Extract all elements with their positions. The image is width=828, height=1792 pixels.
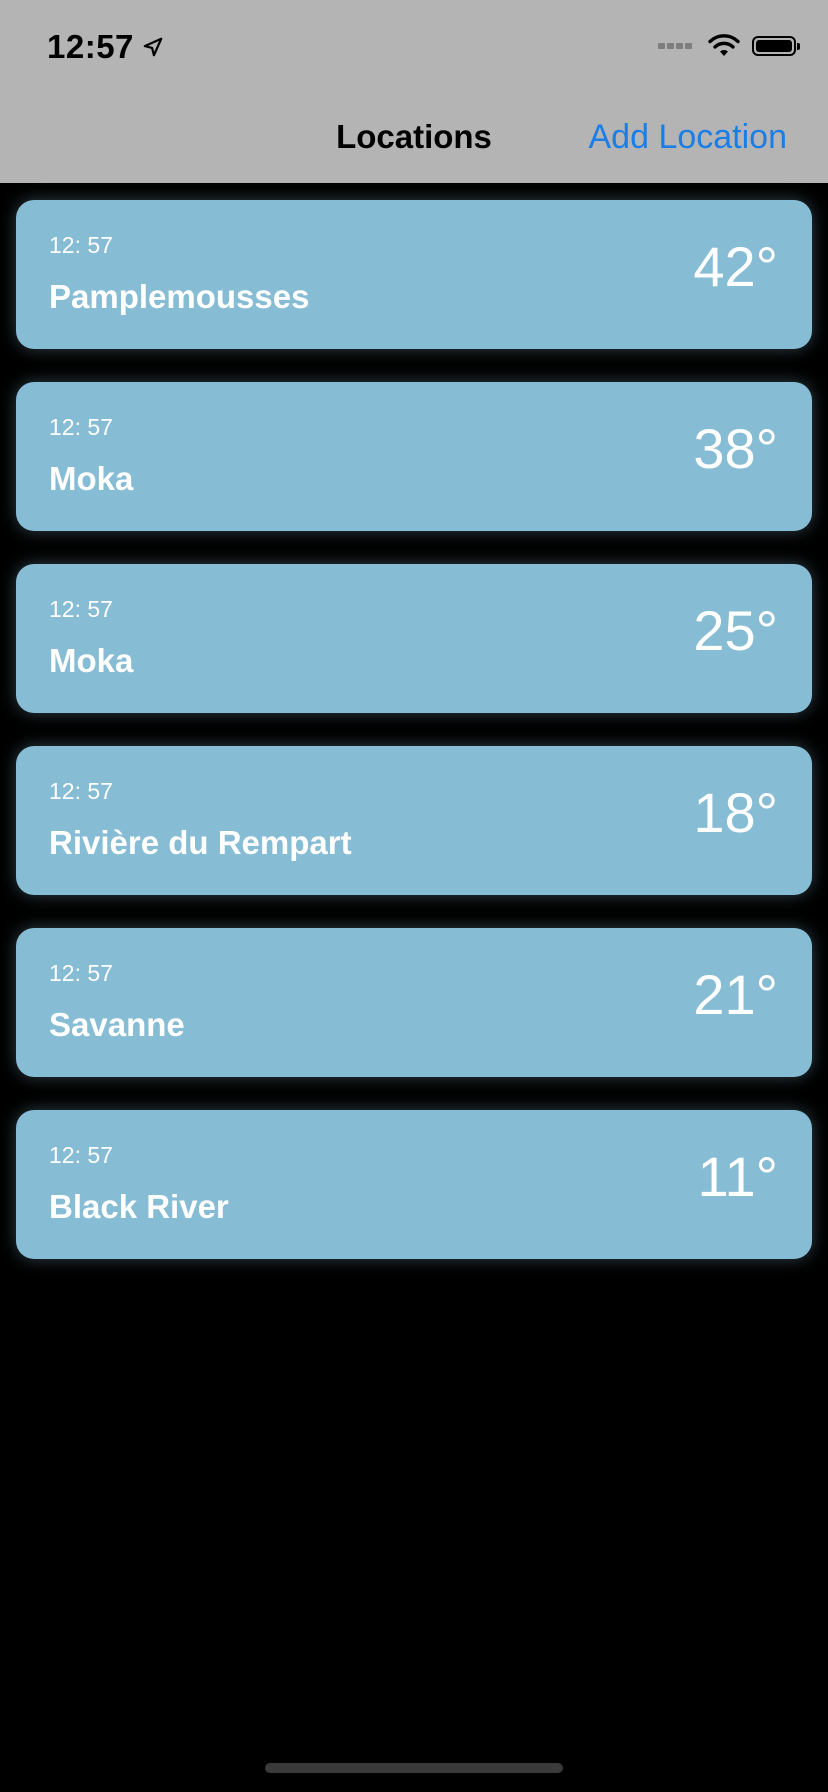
location-name: Moka xyxy=(49,460,134,497)
location-time: 12: 57 xyxy=(49,778,113,804)
locations-screen: 12:57 Locations Add Location 12: 57 Pamp… xyxy=(0,0,828,1792)
home-indicator[interactable] xyxy=(265,1763,563,1773)
navigation-bar: 12:57 Locations Add Location xyxy=(0,0,828,183)
location-card[interactable]: 12: 57 Rivière du Rempart 18° xyxy=(16,746,812,895)
location-time: 12: 57 xyxy=(49,414,113,440)
add-location-button[interactable]: Add Location xyxy=(589,118,788,157)
location-card[interactable]: 12: 57 Moka 38° xyxy=(16,382,812,531)
location-time: 12: 57 xyxy=(49,1142,113,1168)
status-bar-time: 12:57 xyxy=(47,28,164,66)
location-name: Black River xyxy=(49,1188,229,1225)
location-time: 12: 57 xyxy=(49,596,113,622)
location-temperature: 25° xyxy=(693,599,778,662)
location-name: Rivière du Rempart xyxy=(49,824,352,861)
location-temperature: 11° xyxy=(697,1145,778,1208)
location-temperature: 42° xyxy=(693,235,778,298)
location-card[interactable]: 12: 57 Savanne 21° xyxy=(16,928,812,1077)
battery-icon xyxy=(752,36,800,56)
cellular-signal-icon xyxy=(658,43,694,49)
location-temperature: 21° xyxy=(693,963,778,1026)
wifi-icon xyxy=(708,34,740,56)
location-card[interactable]: 12: 57 Black River 11° xyxy=(16,1110,812,1259)
location-card[interactable]: 12: 57 Moka 25° xyxy=(16,564,812,713)
location-name: Savanne xyxy=(49,1006,185,1043)
status-bar-indicators xyxy=(658,34,800,58)
location-temperature: 38° xyxy=(693,417,778,480)
status-time-text: 12:57 xyxy=(47,28,134,65)
location-list: 12: 57 Pamplemousses 42° 12: 57 Moka 38°… xyxy=(0,200,828,1292)
location-temperature: 18° xyxy=(693,781,778,844)
location-card[interactable]: 12: 57 Pamplemousses 42° xyxy=(16,200,812,349)
location-time: 12: 57 xyxy=(49,232,113,258)
location-name: Pamplemousses xyxy=(49,278,310,315)
location-time: 12: 57 xyxy=(49,960,113,986)
location-name: Moka xyxy=(49,642,134,679)
location-arrow-icon xyxy=(143,37,163,57)
